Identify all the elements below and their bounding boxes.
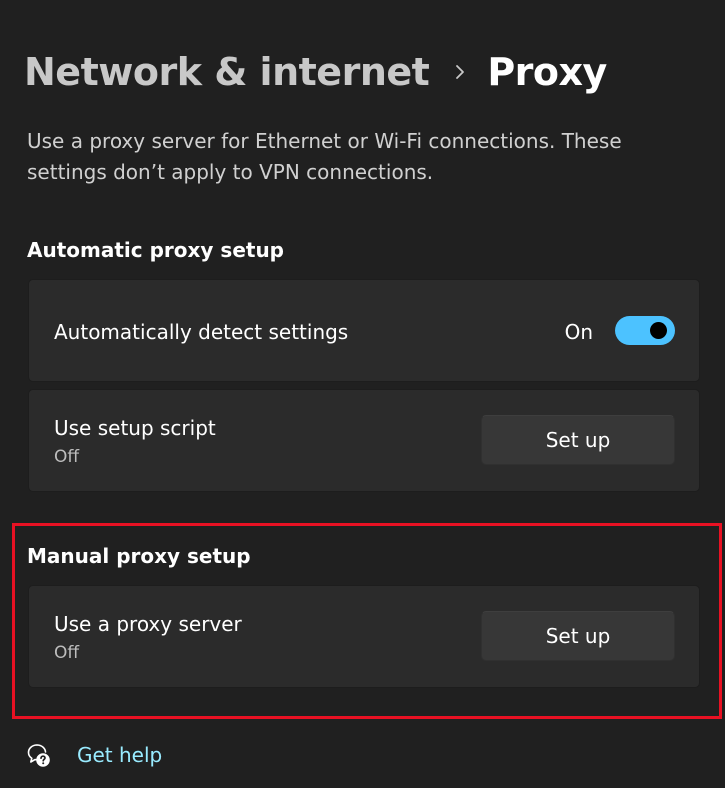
proxy-server-card: Use a proxy server Off Set up [28, 585, 700, 688]
setup-script-card: Use setup script Off Set up [28, 389, 700, 492]
get-help-link[interactable]: Get help [77, 743, 162, 767]
setup-script-label: Use setup script [54, 416, 216, 440]
page-description: Use a proxy server for Ethernet or Wi-Fi… [27, 129, 622, 184]
proxy-server-status: Off [54, 643, 80, 663]
breadcrumb: Network & internet Proxy [24, 44, 607, 100]
automatic-detect-toggle[interactable] [615, 316, 675, 345]
proxy-server-setup-button[interactable]: Set up [481, 611, 675, 661]
automatic-proxy-heading: Automatic proxy setup [27, 238, 284, 262]
get-help-row[interactable]: Get help [26, 738, 162, 772]
toggle-knob [650, 322, 667, 339]
proxy-server-label: Use a proxy server [54, 612, 242, 636]
page-title: Proxy [487, 50, 607, 94]
chevron-right-icon [455, 64, 465, 80]
breadcrumb-network-internet[interactable]: Network & internet [24, 50, 430, 94]
automatic-detect-label: Automatically detect settings [54, 320, 349, 344]
toggle-state-label: On [564, 320, 593, 344]
manual-proxy-heading: Manual proxy setup [27, 544, 251, 568]
setup-script-status: Off [54, 447, 80, 467]
setup-script-button[interactable]: Set up [481, 415, 675, 465]
help-chat-icon [26, 742, 52, 768]
automatic-detect-card: Automatically detect settings On [28, 279, 700, 382]
